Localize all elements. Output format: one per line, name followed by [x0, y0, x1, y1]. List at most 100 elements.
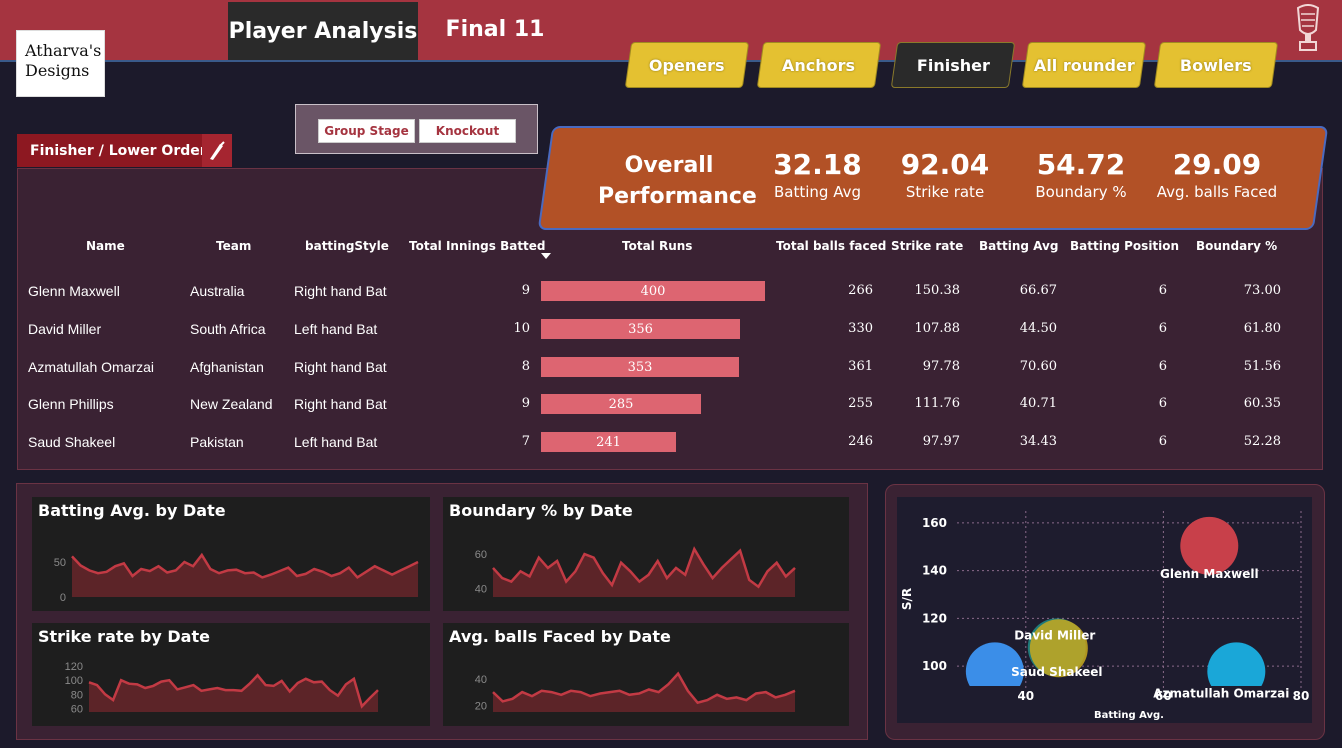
- runs-bar: 356: [541, 319, 740, 339]
- cell-innings: 8: [521, 359, 530, 374]
- cell-batting-avg: 44.50: [1019, 321, 1057, 336]
- cell-batting-avg: 40.71: [1019, 396, 1057, 411]
- y-tick-label: 40: [475, 583, 487, 595]
- cell-team: New Zealand: [190, 396, 273, 412]
- cell-innings: 7: [521, 434, 530, 449]
- cell-name: Saud Shakeel: [28, 434, 116, 450]
- kpi-strike-rate-label: Strike rate: [905, 183, 985, 201]
- batting-avg-chart: Batting Avg. by Date 50 0: [32, 497, 430, 611]
- cell-team: Australia: [190, 283, 245, 299]
- cell-batting-avg: 70.60: [1019, 359, 1057, 374]
- cell-strike-rate: 97.78: [922, 359, 960, 374]
- cell-balls-faced: 361: [848, 359, 873, 374]
- cell-name: Glenn Phillips: [28, 396, 114, 412]
- col-header-batting-position[interactable]: Batting Position: [1070, 239, 1179, 253]
- col-header-team[interactable]: Team: [216, 239, 251, 253]
- cell-balls-faced: 255: [848, 396, 873, 411]
- nav-bowlers-label: Bowlers: [1180, 55, 1252, 75]
- cell-name: Glenn Maxwell: [28, 283, 120, 299]
- col-header-balls-faced[interactable]: Total balls faced: [776, 239, 886, 253]
- cell-boundary: 51.56: [1243, 359, 1281, 374]
- kpi-strike-rate-value: 92.04: [900, 148, 990, 181]
- kpi-batting-avg-label: Batting Avg: [774, 183, 861, 201]
- cell-batting-style: Left hand Bat: [294, 321, 378, 337]
- kpi-strike-rate: 92.04 Strike rate: [897, 148, 993, 201]
- cell-team: Afghanistan: [190, 359, 264, 375]
- cell-batting-position: 6: [1158, 359, 1167, 374]
- x-tick-label: 40: [1017, 689, 1034, 703]
- col-header-batting-avg[interactable]: Batting Avg: [979, 239, 1058, 253]
- y-tick-label: 60: [475, 549, 487, 561]
- nav-openers-button[interactable]: Openers: [624, 42, 750, 88]
- y-tick-label: 100: [922, 659, 947, 673]
- cell-balls-faced: 246: [848, 434, 873, 449]
- kpi-balls-faced-label: Avg. balls Faced: [1156, 183, 1278, 201]
- cell-strike-rate: 111.76: [914, 396, 961, 411]
- y-tick-label: 50: [54, 557, 66, 569]
- balls-faced-chart-plot: 40 20: [475, 671, 796, 712]
- section-label-text: Finisher / Lower Order: [30, 142, 207, 159]
- nav-all-rounder-label: All rounder: [1033, 55, 1135, 75]
- sort-desc-icon[interactable]: [541, 253, 551, 259]
- cell-innings: 9: [521, 283, 530, 298]
- nav-anchors-button[interactable]: Anchors: [756, 42, 882, 88]
- col-header-runs[interactable]: Total Runs: [622, 239, 692, 253]
- cell-batting-position: 6: [1158, 396, 1167, 411]
- cell-name: Azmatullah Omarzai: [28, 359, 155, 375]
- y-tick-label: 40: [475, 674, 487, 686]
- logo-line-2: Designs: [25, 61, 90, 80]
- y-tick-label: 80: [71, 689, 83, 701]
- nav-finisher-label: Finisher: [916, 55, 990, 75]
- col-header-innings[interactable]: Total Innings Batted: [409, 239, 546, 253]
- col-header-strike-rate[interactable]: Strike rate: [891, 239, 963, 253]
- cell-batting-position: 6: [1158, 321, 1167, 336]
- col-header-boundary[interactable]: Boundary %: [1196, 239, 1277, 253]
- cell-balls-faced: 266: [848, 283, 873, 298]
- scatter-point-label: Saud Shakeel: [1011, 665, 1102, 679]
- scatter-point-label: Azmatullah Omarzai: [1153, 686, 1289, 700]
- nav-openers-label: Openers: [649, 55, 725, 75]
- strike-rate-chart: Strike rate by Date 120 100 80 60: [32, 623, 430, 726]
- nav-finisher-button[interactable]: Finisher: [890, 42, 1016, 88]
- tab-player-analysis[interactable]: Player Analysis: [228, 2, 418, 60]
- cell-strike-rate: 107.88: [914, 321, 961, 336]
- runs-bar: 285: [541, 394, 701, 414]
- logo: Atharva's Designs: [16, 30, 105, 97]
- cell-batting-avg: 34.43: [1019, 434, 1057, 449]
- nav-anchors-label: Anchors: [782, 55, 856, 75]
- tab-final-11[interactable]: Final 11: [440, 2, 550, 56]
- cell-boundary: 73.00: [1243, 283, 1281, 298]
- slicer-knockout-button[interactable]: Knockout: [419, 119, 516, 143]
- cricket-bat-icon: [202, 134, 232, 167]
- cell-team: South Africa: [190, 321, 266, 337]
- scatter-chart-plot: 40 60 80100120140160Batting Avg.S/RGlenn M…: [900, 511, 1309, 743]
- batting-avg-chart-plot: 50 0: [54, 552, 419, 604]
- cell-batting-style: Right hand Bat: [294, 396, 387, 412]
- cell-innings: 9: [521, 396, 530, 411]
- col-header-name[interactable]: Name: [86, 239, 125, 253]
- cell-strike-rate: 150.38: [914, 283, 961, 298]
- cell-name: David Miller: [28, 321, 102, 337]
- slicer-group-stage-button[interactable]: Group Stage: [318, 119, 415, 143]
- trophy-icon: [1296, 4, 1320, 51]
- cell-batting-style: Right hand Bat: [294, 283, 387, 299]
- y-tick-label: 120: [922, 611, 947, 625]
- nav-bowlers-button[interactable]: Bowlers: [1153, 42, 1279, 88]
- kpi-boundary-label: Boundary %: [1035, 183, 1127, 201]
- y-tick-label: 160: [922, 516, 947, 530]
- kpi-boundary-value: 54.72: [1036, 148, 1126, 181]
- kpi-title: Overall Performance: [598, 150, 757, 212]
- cell-batting-style: Right hand Bat: [294, 359, 387, 375]
- y-tick-label: 20: [475, 700, 487, 712]
- kpi-balls-faced: 29.09 Avg. balls Faced: [1155, 148, 1279, 201]
- x-axis-label: Batting Avg.: [1094, 710, 1164, 721]
- kpi-title-line-1: Overall: [624, 153, 714, 178]
- kpi-balls-faced-value: 29.09: [1172, 148, 1262, 181]
- section-label: Finisher / Lower Order: [17, 134, 232, 167]
- col-header-batting-style[interactable]: battingStyle: [305, 239, 389, 253]
- kpi-batting-avg: 32.18 Batting Avg: [770, 148, 865, 201]
- cell-boundary: 60.35: [1243, 396, 1281, 411]
- nav-all-rounder-button[interactable]: All rounder: [1021, 42, 1147, 88]
- y-axis-label: S/R: [900, 588, 914, 610]
- y-tick-label: 120: [65, 661, 83, 673]
